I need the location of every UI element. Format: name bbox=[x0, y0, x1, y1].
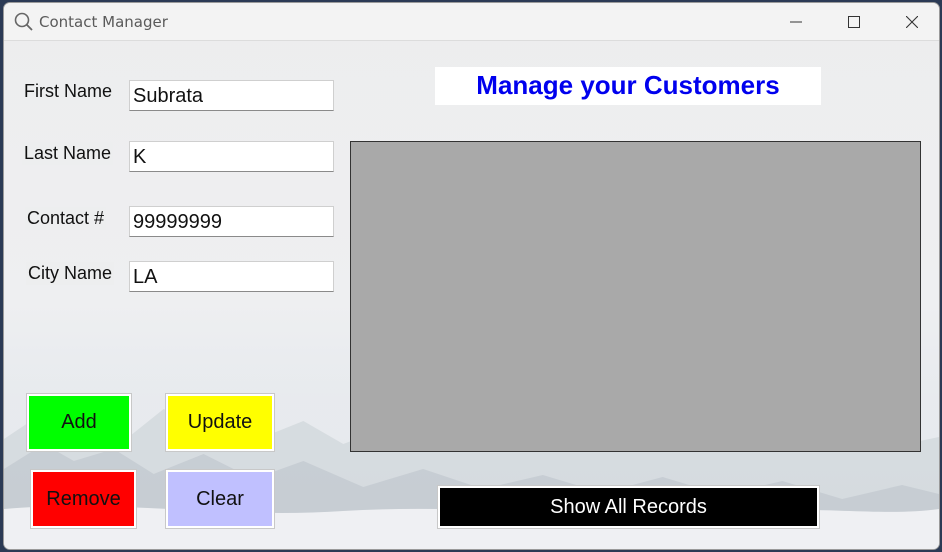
first-name-label: First Name bbox=[22, 80, 115, 103]
add-button[interactable]: Add bbox=[26, 393, 132, 452]
last-name-field[interactable]: K bbox=[129, 141, 334, 172]
title-bar: Contact Manager bbox=[4, 3, 939, 41]
clear-button[interactable]: Clear bbox=[165, 469, 275, 529]
show-all-records-button[interactable]: Show All Records bbox=[437, 485, 820, 529]
contact-field[interactable]: 99999999 bbox=[129, 206, 334, 237]
minimize-button[interactable] bbox=[767, 3, 825, 41]
minimize-icon bbox=[790, 21, 802, 23]
close-button[interactable] bbox=[883, 3, 939, 41]
close-icon bbox=[906, 16, 918, 28]
window-title: Contact Manager bbox=[39, 13, 168, 31]
first-name-field[interactable]: Subrata bbox=[129, 80, 334, 111]
contact-label: Contact # bbox=[25, 207, 107, 230]
maximize-icon bbox=[848, 16, 860, 28]
update-button[interactable]: Update bbox=[165, 393, 275, 452]
records-grid[interactable] bbox=[350, 141, 921, 452]
search-icon bbox=[14, 12, 33, 31]
heading-box: Manage your Customers bbox=[435, 67, 821, 105]
maximize-button[interactable] bbox=[825, 3, 883, 41]
app-window: Contact Manager First Name Subrata Last … bbox=[3, 2, 940, 550]
remove-button[interactable]: Remove bbox=[30, 469, 137, 529]
page-title: Manage your Customers bbox=[476, 70, 780, 100]
city-name-label: City Name bbox=[26, 262, 115, 285]
city-name-field[interactable]: LA bbox=[129, 261, 334, 292]
last-name-label: Last Name bbox=[22, 142, 114, 165]
